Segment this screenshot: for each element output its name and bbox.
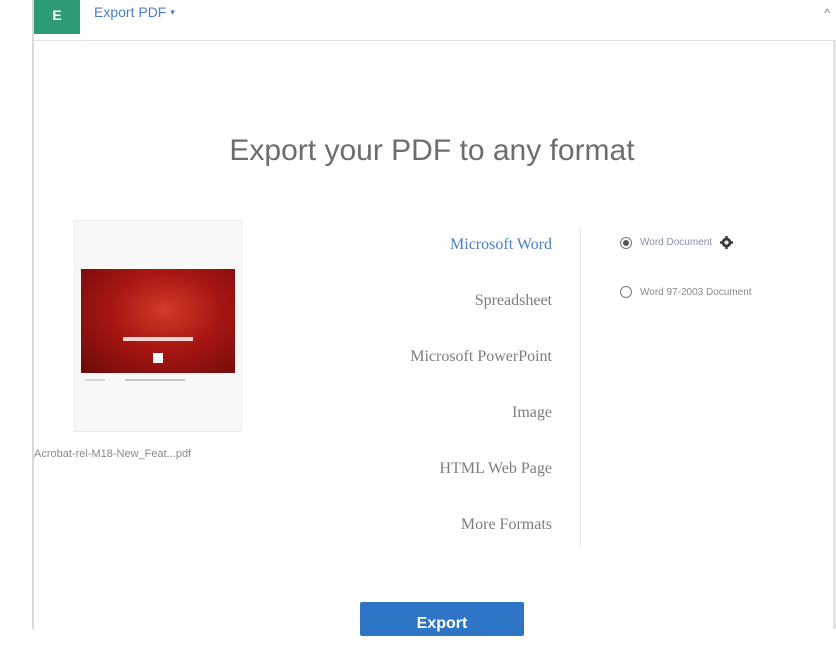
option-label: Word 97-2003 Document: [640, 286, 752, 298]
format-list: Microsoft Word Spreadsheet Microsoft Pow…: [300, 232, 552, 568]
chevron-up-icon[interactable]: ^: [824, 6, 830, 20]
thumbnail-title-bar: [123, 337, 193, 341]
tool-header: E Export PDF ▾ ^: [34, 0, 836, 41]
thumbnail-cover-image: [81, 269, 235, 373]
export-button[interactable]: Export: [360, 602, 524, 636]
radio-word-document[interactable]: [620, 236, 632, 249]
file-name: Acrobat-rel-M18-New_Feat...pdf: [34, 448, 192, 460]
thumbnail-footer-line: [85, 379, 105, 381]
tool-name-dropdown[interactable]: Export PDF ▾: [94, 4, 175, 20]
gear-icon[interactable]: [720, 236, 734, 249]
document-thumbnail: [74, 220, 242, 432]
export-pdf-app-icon[interactable]: E: [34, 0, 80, 34]
caret-down-icon: ▾: [170, 6, 175, 17]
thumbnail-footer-line: [125, 379, 185, 381]
option-word-document[interactable]: Word Document: [620, 236, 734, 249]
vertical-divider: [580, 228, 581, 546]
format-html-web-page[interactable]: HTML Web Page: [300, 456, 552, 512]
format-image[interactable]: Image: [300, 400, 552, 456]
export-pdf-window: E Export PDF ▾ ^ Export your PDF to any …: [0, 0, 836, 636]
tool-name-label: Export PDF: [94, 4, 167, 20]
radio-word-97-2003-document[interactable]: [620, 286, 632, 298]
format-microsoft-powerpoint[interactable]: Microsoft PowerPoint: [300, 344, 552, 400]
format-more-formats[interactable]: More Formats: [300, 512, 552, 568]
thumbnail-logo: [153, 353, 163, 363]
format-spreadsheet[interactable]: Spreadsheet: [300, 288, 552, 344]
option-word-97-2003-document[interactable]: Word 97-2003 Document: [620, 286, 752, 298]
page-title: Export your PDF to any format: [229, 134, 635, 167]
window-left-border: [32, 0, 34, 629]
format-microsoft-word[interactable]: Microsoft Word: [300, 232, 552, 288]
option-label: Word Document: [640, 237, 713, 248]
